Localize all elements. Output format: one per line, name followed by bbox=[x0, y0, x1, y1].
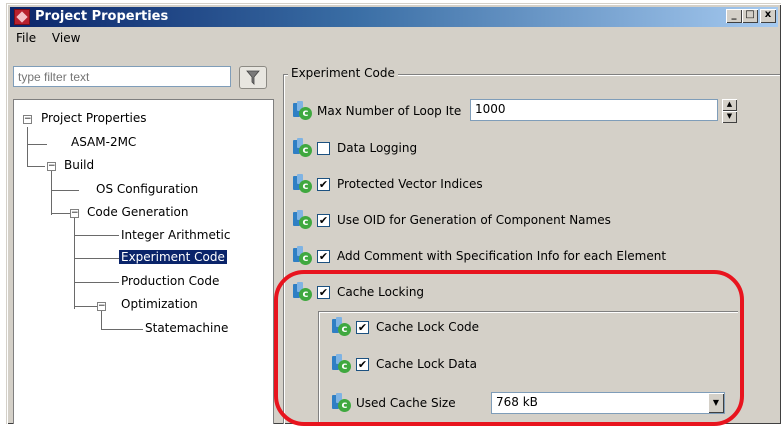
tree-item-asam-2mc[interactable]: ASAM-2MC bbox=[71, 135, 136, 149]
project-tree[interactable]: − Project Properties ASAM-2MC − Build OS… bbox=[13, 99, 274, 424]
cache-lock-code-row: c ✔ Cache Lock Code bbox=[331, 317, 479, 337]
group-title: Experiment Code bbox=[288, 66, 398, 80]
property-icon: c bbox=[292, 210, 312, 230]
spin-up-button[interactable]: ▲ bbox=[722, 99, 737, 111]
protected-vector-row: c ✔ Protected Vector Indices bbox=[292, 174, 483, 194]
cache-lock-code-checkbox[interactable]: ✔ bbox=[356, 320, 369, 334]
max-loop-label: Max Number of Loop Ite bbox=[317, 104, 462, 118]
minimize-button[interactable]: _ bbox=[726, 9, 742, 23]
maximize-button[interactable]: □ bbox=[742, 9, 758, 23]
tree-item-integer-arithmetic[interactable]: Integer Arithmetic bbox=[121, 228, 230, 242]
cache-locking-label: Cache Locking bbox=[337, 285, 425, 299]
data-logging-checkbox[interactable] bbox=[317, 141, 330, 155]
tree-item-optimization[interactable]: Optimization bbox=[121, 297, 198, 311]
dropdown-arrow-icon[interactable]: ▼ bbox=[708, 393, 724, 413]
filter-input[interactable] bbox=[13, 66, 231, 87]
max-loop-spinner[interactable]: ▲ ▼ bbox=[722, 99, 737, 123]
cache-lock-data-row: c ✔ Cache Lock Data bbox=[331, 354, 477, 374]
menu-view[interactable]: View bbox=[46, 28, 86, 48]
cache-lock-data-label: Cache Lock Data bbox=[376, 357, 477, 371]
code-generation-collapse-toggle[interactable]: − bbox=[70, 209, 79, 218]
tree-item-code-generation[interactable]: Code Generation bbox=[87, 205, 188, 219]
close-button[interactable]: x bbox=[760, 9, 776, 23]
add-comment-row: c ✔ Add Comment with Specification Info … bbox=[292, 246, 666, 266]
menu-file[interactable]: File bbox=[10, 28, 42, 48]
used-cache-size-row: c Used Cache Size bbox=[331, 393, 456, 413]
tree-item-statemachine[interactable]: Statemachine bbox=[145, 321, 228, 335]
tree-item-project-properties[interactable]: Project Properties bbox=[41, 111, 147, 125]
property-icon: c bbox=[331, 354, 351, 374]
property-icon: c bbox=[331, 317, 351, 337]
tree-item-experiment-code[interactable]: Experiment Code bbox=[119, 250, 227, 264]
max-loop-input[interactable]: 1000 bbox=[470, 99, 718, 121]
root-collapse-toggle[interactable]: − bbox=[23, 115, 32, 124]
cache-locking-checkbox[interactable]: ✔ bbox=[317, 285, 330, 299]
use-oid-label: Use OID for Generation of Component Name… bbox=[337, 213, 611, 227]
spin-down-button[interactable]: ▼ bbox=[722, 111, 737, 123]
tree-item-os-configuration[interactable]: OS Configuration bbox=[96, 182, 198, 196]
window-title: Project Properties bbox=[35, 9, 169, 24]
used-cache-size-value: 768 kB bbox=[496, 395, 538, 409]
optimization-collapse-toggle[interactable]: − bbox=[97, 302, 106, 311]
property-icon: c bbox=[292, 282, 312, 302]
max-loop-row: c Max Number of Loop Ite bbox=[292, 101, 461, 121]
protected-vector-label: Protected Vector Indices bbox=[337, 177, 483, 191]
use-oid-row: c ✔ Use OID for Generation of Component … bbox=[292, 210, 611, 230]
protected-vector-checkbox[interactable]: ✔ bbox=[317, 177, 330, 191]
menu-bar: File View bbox=[10, 28, 778, 48]
property-icon: c bbox=[292, 138, 312, 158]
data-logging-label: Data Logging bbox=[337, 141, 418, 155]
cache-locking-row: c ✔ Cache Locking bbox=[292, 282, 424, 302]
property-icon: c bbox=[292, 101, 312, 121]
filter-button[interactable] bbox=[239, 66, 267, 89]
used-cache-size-select[interactable]: 768 kB ▼ bbox=[491, 392, 725, 414]
tree-item-production-code[interactable]: Production Code bbox=[121, 274, 219, 288]
funnel-icon bbox=[246, 70, 260, 85]
title-bar[interactable]: Project Properties _ □ x bbox=[10, 7, 778, 27]
add-comment-checkbox[interactable]: ✔ bbox=[317, 249, 330, 263]
property-icon: c bbox=[292, 246, 312, 266]
build-collapse-toggle[interactable]: − bbox=[47, 162, 56, 171]
app-icon bbox=[14, 9, 30, 25]
used-cache-size-label: Used Cache Size bbox=[356, 396, 456, 410]
data-logging-row: c Data Logging bbox=[292, 138, 417, 158]
tree-item-build[interactable]: Build bbox=[64, 158, 94, 172]
use-oid-checkbox[interactable]: ✔ bbox=[317, 213, 330, 227]
add-comment-label: Add Comment with Specification Info for … bbox=[337, 249, 667, 263]
property-icon: c bbox=[331, 393, 351, 413]
cache-lock-data-checkbox[interactable]: ✔ bbox=[356, 357, 369, 371]
cache-lock-code-label: Cache Lock Code bbox=[376, 320, 480, 334]
property-icon: c bbox=[292, 174, 312, 194]
